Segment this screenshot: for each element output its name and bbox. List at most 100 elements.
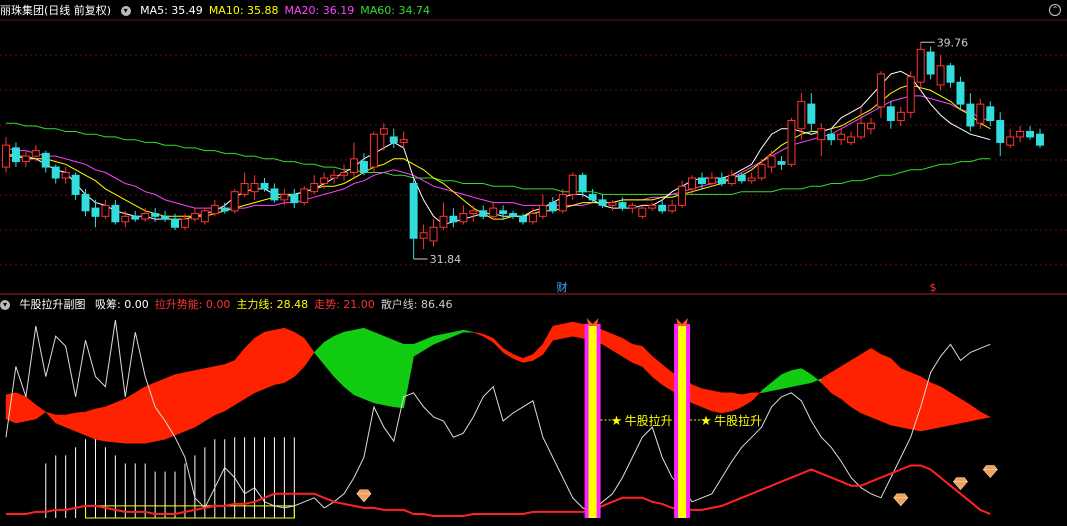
- band-segment: [652, 355, 663, 386]
- band-segment: [811, 374, 822, 384]
- band-segment: [622, 337, 633, 363]
- candle-body: [399, 139, 408, 143]
- signal-butterfly-icon: [676, 318, 689, 326]
- candle-body: [509, 213, 518, 217]
- main-force-line: [6, 464, 991, 517]
- candle-body: [81, 193, 90, 212]
- candle-body: [787, 120, 796, 165]
- band-segment: [135, 386, 146, 444]
- sub-legend-item-3: 走势: 21.00: [314, 298, 375, 311]
- band-segment: [801, 368, 812, 385]
- chart-canvas: 39.7631.84财 $★ 牛股拉升 ★ 牛股拉升: [0, 0, 1067, 519]
- candle-body: [230, 191, 239, 212]
- band-segment: [453, 329, 464, 337]
- sub-settings-icon[interactable]: ▾: [0, 300, 10, 310]
- candle-body: [747, 177, 756, 182]
- band-segment: [940, 386, 951, 428]
- candle-body: [688, 177, 696, 190]
- ma5-line: [6, 70, 991, 226]
- candle-body: [837, 133, 846, 141]
- candle-body: [906, 76, 915, 113]
- sub-title: 牛股拉升副图: [19, 298, 86, 311]
- ma-legend-item-1: MA10: 35.88: [208, 4, 279, 17]
- band-segment: [900, 368, 911, 430]
- candle-body: [648, 204, 657, 209]
- main-settings-icon[interactable]: ▾: [120, 6, 131, 16]
- band-segment: [473, 331, 484, 337]
- candle-body: [379, 128, 388, 135]
- candle-body: [578, 174, 587, 193]
- candle-body: [171, 218, 179, 228]
- main-header: 丽珠集团(日线 前复权) ▾ MA5: 35.49 MA10: 35.88 MA20…: [0, 2, 442, 20]
- candle-body: [986, 106, 995, 122]
- band-segment: [5, 392, 17, 424]
- band-segment: [711, 390, 723, 414]
- candle-body: [548, 202, 557, 212]
- candle-body: [111, 204, 120, 223]
- band-segment: [930, 382, 941, 430]
- band-segment: [950, 392, 961, 426]
- candle-body: [131, 215, 140, 220]
- candle-body: [359, 161, 368, 174]
- candle-body: [1036, 133, 1044, 146]
- candle-body: [598, 199, 607, 206]
- candle-body: [240, 182, 249, 195]
- candle-body: [489, 207, 498, 217]
- band-segment: [214, 364, 225, 416]
- main-title: 丽珠集团(日线 前复权): [0, 4, 112, 17]
- band-segment: [333, 331, 345, 388]
- candle-body: [499, 210, 508, 215]
- band-segment: [980, 411, 992, 420]
- band-segment: [85, 408, 96, 440]
- candle-body: [807, 103, 816, 124]
- diamond-icon: [356, 489, 372, 503]
- band-segment: [691, 384, 703, 408]
- candle-body: [369, 133, 378, 168]
- band-segment: [661, 363, 673, 392]
- candle-body: [459, 213, 468, 223]
- candle-body: [419, 232, 428, 239]
- signal-label: 牛股拉升: [714, 413, 762, 428]
- candle-body: [71, 174, 80, 195]
- band-segment: [383, 335, 394, 408]
- band-segment: [234, 347, 245, 406]
- band-segment: [323, 335, 335, 378]
- band-segment: [373, 331, 385, 406]
- band-segment: [393, 339, 404, 409]
- candle-body: [61, 172, 70, 179]
- band-segment: [184, 370, 196, 432]
- band-segment: [602, 329, 613, 351]
- band-segment: [821, 372, 832, 394]
- band-segment: [284, 327, 295, 384]
- candle-body: [876, 73, 885, 108]
- candle-body: [668, 204, 677, 212]
- band-segment: [25, 396, 37, 422]
- candle-body: [389, 136, 398, 143]
- candle-body: [976, 103, 985, 124]
- signal-star-icon: ★: [700, 414, 712, 429]
- candle-body: [797, 100, 806, 130]
- candle-body: [528, 213, 537, 223]
- band-segment: [532, 343, 544, 361]
- candle-body: [449, 215, 458, 223]
- band-segment: [781, 370, 792, 390]
- band-segment: [194, 368, 206, 428]
- ma-legend-item-3: MA60: 34.74: [360, 4, 430, 17]
- candle-body: [180, 218, 189, 228]
- band-segment: [970, 404, 981, 422]
- candle-body: [558, 193, 567, 212]
- candle-body: [757, 163, 766, 179]
- candle-body: [31, 150, 40, 157]
- band-segment: [154, 378, 166, 442]
- sub-legend-item-2: 主力线: 28.48: [236, 298, 309, 311]
- band-segment: [304, 337, 315, 368]
- sub-header: ▾ 牛股拉升副图 吸筹: 0.00 拉升势能: 0.00 主力线: 28.48 走势:…: [0, 296, 465, 314]
- band-segment: [642, 345, 653, 378]
- candle-body: [519, 215, 527, 223]
- band-segment: [751, 390, 762, 402]
- candle-body: [280, 193, 289, 201]
- band-segment: [522, 354, 534, 363]
- collapse-icon[interactable]: ⌃: [1049, 4, 1061, 16]
- candle-body: [1016, 130, 1025, 138]
- band-segment: [125, 392, 136, 444]
